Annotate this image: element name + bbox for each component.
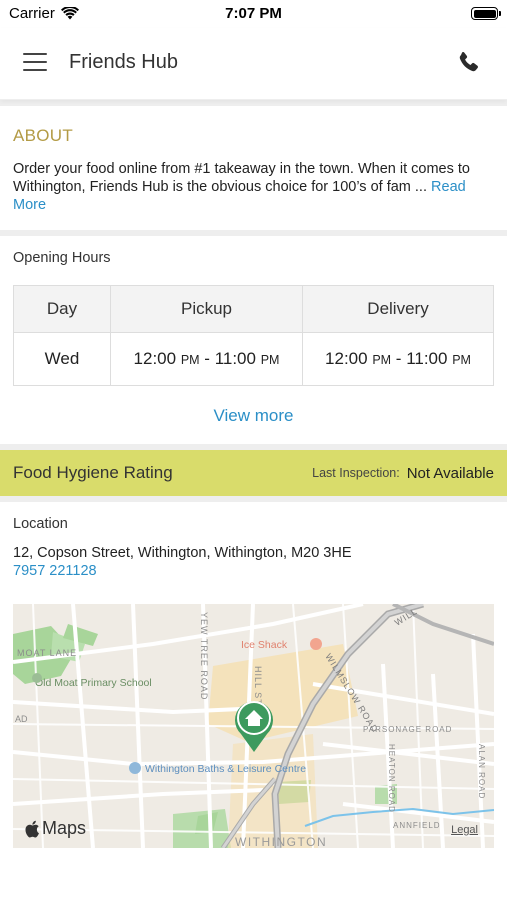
table-header-row: Day Pickup Delivery [13, 285, 494, 333]
map-label-annfield: ANNFIELD [393, 821, 441, 830]
hygiene-title: Food Hygiene Rating [13, 463, 173, 482]
view-more-link[interactable]: View more [13, 386, 494, 444]
column-header-delivery: Delivery [302, 285, 494, 333]
hours-day-cell: Wed [13, 332, 111, 386]
apple-logo-icon [25, 820, 39, 838]
address-text: 12, Copson Street, Withington, Withingto… [13, 545, 352, 561]
legal-link[interactable]: Legal [451, 824, 478, 836]
menu-icon[interactable] [23, 53, 47, 71]
battery-icon [471, 7, 501, 20]
opening-hours-label: Opening Hours [13, 250, 111, 266]
map-label-moat-lane: MOAT LANE [17, 648, 77, 658]
table-row: Wed 12:00 PM - 11:00 PM 12:00 PM - 11:00… [13, 332, 494, 386]
about-text: Order your food online from #1 takeaway … [13, 160, 494, 214]
app-header: Friends Hub [0, 28, 507, 100]
about-description: Order your food online from #1 takeaway … [13, 161, 470, 195]
hygiene-rating-bar: Food Hygiene Rating Last Inspection: Not… [0, 450, 507, 496]
maps-brand-label: Maps [42, 818, 87, 838]
map-label-ice-shack: Ice Shack [241, 639, 288, 651]
inspection-info: Last Inspection: Not Available [312, 465, 494, 482]
inspection-value: Not Available [406, 464, 494, 482]
opening-hours-table: Day Pickup Delivery Wed 12:00 PM - 11:00… [13, 285, 494, 386]
about-section: ABOUT Order your food online from #1 tak… [0, 106, 507, 230]
location-section: Location 12, Copson Street, Withington, … [0, 502, 507, 579]
delivery-hours-cell: 12:00 PM - 11:00 PM [302, 332, 494, 386]
phone-icon[interactable] [455, 50, 481, 76]
location-map[interactable]: YEW TREE ROAD HILL ST WILMSLOW ROAD WILL… [13, 604, 494, 848]
map-label-school: Old Moat Primary School [35, 677, 152, 689]
map-label-ad: AD [15, 714, 28, 724]
opening-hours-section: Opening Hours Day Pickup Delivery Wed 12… [0, 236, 507, 444]
maps-brand: Maps [25, 818, 86, 839]
map-tiles: YEW TREE ROAD HILL ST WILMSLOW ROAD WILL… [13, 604, 494, 848]
map-label-yew-tree-road: YEW TREE ROAD [199, 612, 209, 700]
map-label-alan-road: ALAN ROAD [477, 744, 486, 799]
map-label-baths: Withington Baths & Leisure Centre [145, 763, 306, 775]
column-header-pickup: Pickup [110, 285, 303, 333]
page-title: Friends Hub [69, 51, 178, 73]
map-label-withington: WITHINGTON [235, 835, 327, 848]
about-heading: ABOUT [13, 126, 74, 145]
pickup-hours-cell: 12:00 PM - 11:00 PM [110, 332, 303, 386]
status-bar: Carrier 7:07 PM [0, 0, 507, 28]
map-label-heaton-road: HEATON ROAD [387, 744, 396, 813]
location-label: Location [13, 516, 68, 532]
inspection-label: Last Inspection: [312, 466, 400, 480]
map-label-hill-st: HILL ST [253, 666, 263, 706]
phone-number-link[interactable]: 7957 221128 [13, 563, 494, 579]
map-label-parsonage-road: PARSONAGE ROAD [363, 725, 452, 734]
column-header-day: Day [13, 285, 111, 333]
status-time: 7:07 PM [225, 5, 282, 22]
